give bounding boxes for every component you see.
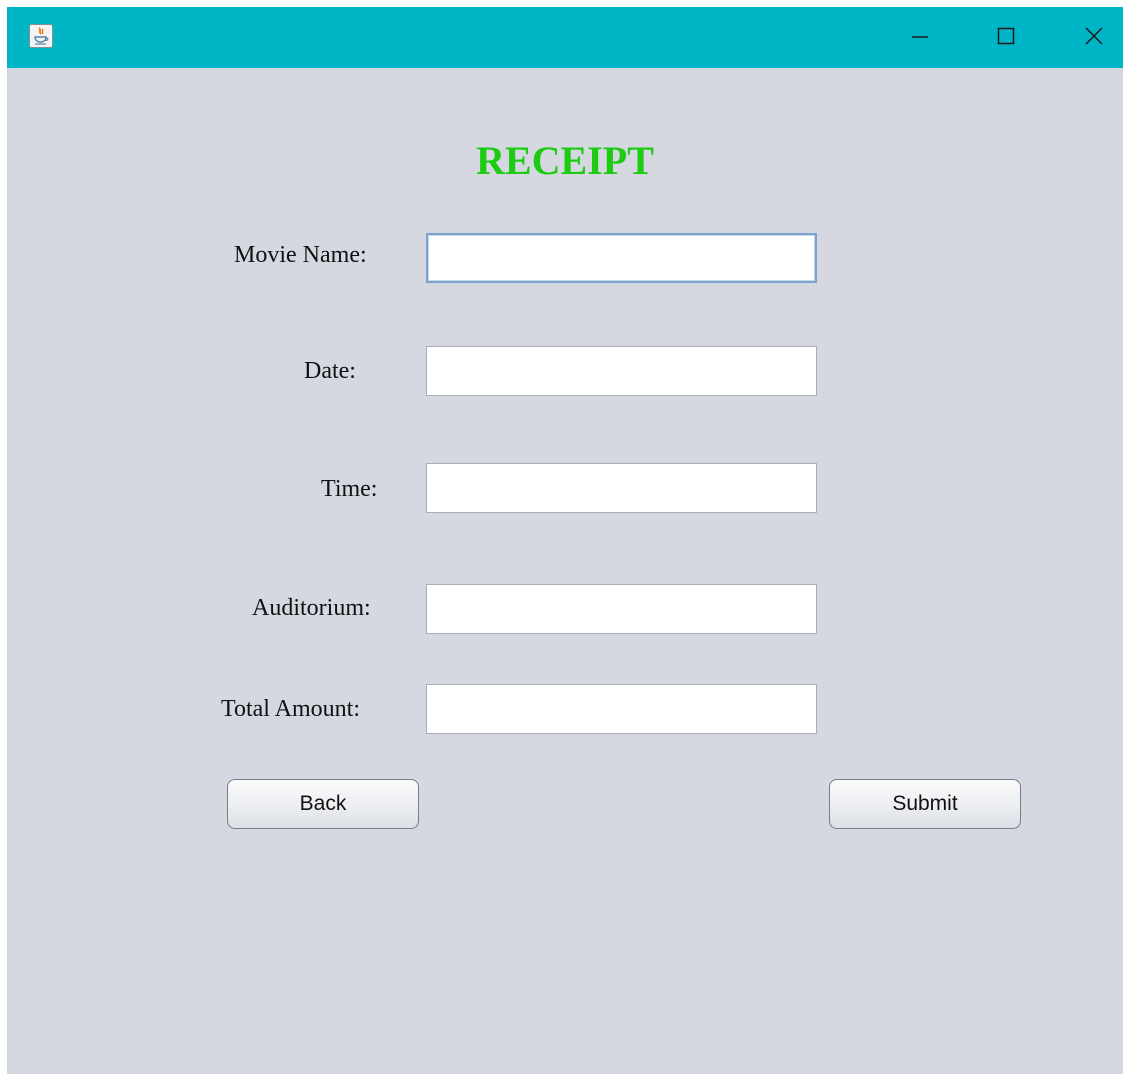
date-field[interactable] <box>426 346 817 396</box>
receipt-heading: RECEIPT <box>476 138 654 183</box>
total-amount-field[interactable] <box>426 684 817 734</box>
movie-name-label: Movie Name: <box>234 242 367 268</box>
title-bar[interactable] <box>7 7 1123 68</box>
submit-button[interactable]: Submit <box>829 779 1021 829</box>
maximize-button[interactable] <box>983 15 1029 61</box>
java-app-icon <box>29 24 53 48</box>
close-button[interactable] <box>1071 15 1117 61</box>
date-label: Date: <box>304 358 356 384</box>
maximize-icon <box>996 26 1016 51</box>
time-label: Time: <box>321 476 378 502</box>
movie-name-field[interactable] <box>426 233 817 283</box>
close-icon <box>1084 26 1104 51</box>
total-amount-label: Total Amount: <box>221 696 360 722</box>
minimize-button[interactable] <box>897 15 943 61</box>
back-button[interactable]: Back <box>227 779 419 829</box>
time-field[interactable] <box>426 463 817 513</box>
receipt-window: RECEIPT Movie Name: Date: Time: Auditori… <box>7 7 1123 1074</box>
auditorium-label: Auditorium: <box>252 595 371 621</box>
minimize-icon <box>910 26 930 51</box>
auditorium-field[interactable] <box>426 584 817 634</box>
